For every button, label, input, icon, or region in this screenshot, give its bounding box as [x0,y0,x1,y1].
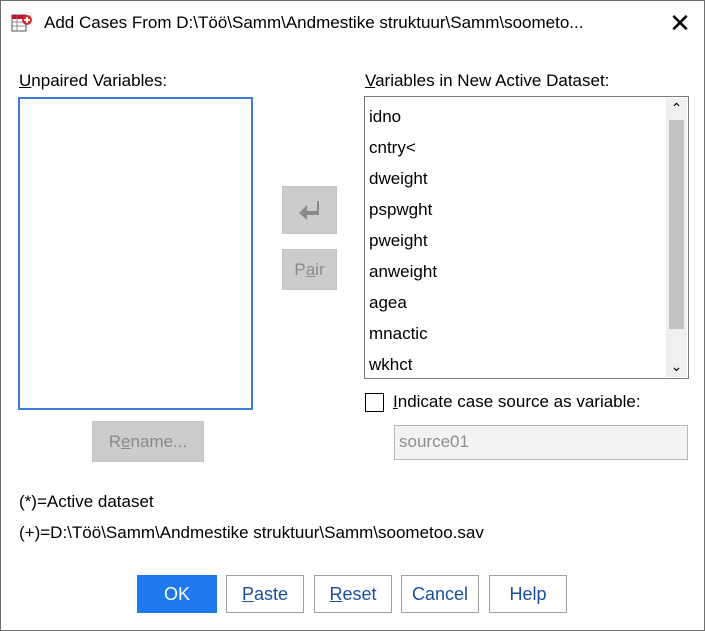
new-dataset-label: Variables in New Active Dataset: [365,71,610,90]
close-icon: ✕ [669,8,691,38]
add-cases-dialog: Add Cases From D:\Töö\Samm\Andmestike st… [0,0,705,631]
window-title: Add Cases From D:\Töö\Samm\Andmestike st… [44,13,584,32]
unpaired-variables-list[interactable] [18,97,253,410]
list-item[interactable]: wkhct [369,349,437,380]
active-dataset-legend: (*)=Active dataset [19,492,154,511]
unpaired-variables-label: Unpaired Variables: [19,71,168,90]
variable-list-items: idno cntry< dweight pspwght pweight anwe… [369,101,437,380]
list-item[interactable]: cntry< [369,132,437,163]
pair-button[interactable]: Pair [282,249,337,290]
list-item[interactable]: idno [369,101,437,132]
scroll-up-button[interactable]: ⌃ [666,98,687,119]
case-source-input[interactable] [395,426,659,457]
arrow-left-icon [297,199,321,226]
list-item[interactable]: pweight [369,225,437,256]
chevron-up-icon: ⌃ [670,100,683,116]
paste-button[interactable]: Paste [226,575,304,613]
list-item[interactable]: anweight [369,256,437,287]
rename-button[interactable]: Rename... [92,421,204,462]
scroll-thumb[interactable] [669,120,684,329]
title-bar: Add Cases From D:\Töö\Samm\Andmestike st… [1,1,704,45]
ok-button[interactable]: OK [137,575,217,613]
reset-button[interactable]: Reset [314,575,392,613]
case-source-field[interactable] [394,425,688,460]
chevron-down-icon: ⌄ [670,358,683,374]
spss-merge-icon [11,12,33,34]
list-item[interactable]: pspwght [369,194,437,225]
case-source-checkbox[interactable] [365,393,384,412]
move-button[interactable] [282,186,337,234]
close-button[interactable]: ✕ [656,1,704,45]
list-item[interactable]: agea [369,287,437,318]
help-button[interactable]: Help [489,575,567,613]
case-source-label: Indicate case source as variable: [393,392,641,411]
new-dataset-variables-list[interactable]: idno cntry< dweight pspwght pweight anwe… [364,96,689,379]
scroll-down-button[interactable]: ⌄ [666,356,687,377]
cancel-button[interactable]: Cancel [401,575,479,613]
other-dataset-legend: (+)=D:\Töö\Samm\Andmestike struktuur\Sam… [19,523,484,542]
vertical-scrollbar[interactable]: ⌃ ⌄ [666,98,687,377]
list-item[interactable]: mnactic [369,318,437,349]
list-item[interactable]: dweight [369,163,437,194]
